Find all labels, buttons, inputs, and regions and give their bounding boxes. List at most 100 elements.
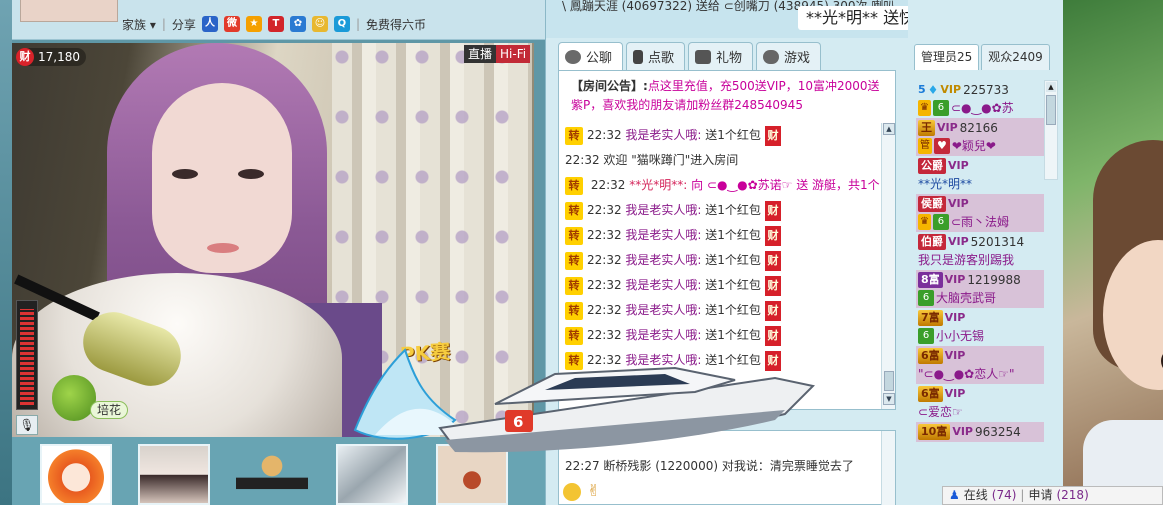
forward-badge[interactable]: 转 (565, 351, 583, 370)
paw-share-icon[interactable]: ✿ (289, 16, 306, 32)
guard-badge-icon: 6 (918, 328, 934, 344)
anchor-thumbnail[interactable] (40, 444, 112, 505)
list-item[interactable]: 侯爵 VIP ♛ 6 ⊂雨丶法姆 (916, 194, 1044, 232)
divider: | (161, 17, 166, 31)
forward-badge[interactable]: 转 (565, 276, 583, 295)
renren-share-icon[interactable]: 人 (201, 16, 218, 32)
online-tab[interactable]: 在线 (964, 487, 988, 504)
list-item[interactable]: 6富 VIP "⊂●‿●✿恋人☞" (916, 346, 1044, 384)
chat-username[interactable]: 我是老实人哦: (625, 223, 701, 248)
chat-username[interactable]: 我是老实人哦: (625, 248, 701, 273)
chat-message: 转 22:32 我是老实人哦: 送1个红包财 (559, 273, 881, 298)
gift-icon (695, 49, 712, 64)
forward-badge[interactable]: 转 (565, 326, 583, 345)
volume-level-bars (20, 309, 34, 405)
user-list: 5 ♦ VIP 225733 ♛ 6 ⊂●‿●✿苏 王 VIP 82166 管 ♥ ❤颖兒❤ 公爵… (916, 80, 1044, 500)
list-item[interactable]: 公爵 VIP **光*明** (916, 156, 1044, 194)
scroll-up-icon[interactable]: ▲ (883, 123, 895, 135)
list-item[interactable]: 伯爵 VIP 5201314 我只是游客别踢我 (916, 232, 1044, 270)
video-streamer-eye (172, 169, 198, 179)
list-item[interactable]: 王 VIP 82166 管 ♥ ❤颖兒❤ (916, 118, 1044, 156)
private-chat-box[interactable]: 22:27 断桥残影 (1220000) 对我说：清完票睡觉去了 ✌ (558, 430, 896, 505)
list-item[interactable]: 8富 VIP 1219988 6 大脑壳武哥 (916, 270, 1044, 308)
microphone-icon (633, 49, 644, 64)
microphone-icon[interactable]: 🎙 (16, 415, 38, 435)
list-item[interactable]: 5 ♦ VIP 225733 ♛ 6 ⊂●‿●✿苏 (916, 80, 1044, 118)
anchor-avatar[interactable] (20, 0, 118, 22)
family-dropdown[interactable]: 家族 ▾ (122, 16, 156, 33)
weibo-share-icon[interactable]: 微 (223, 16, 240, 32)
scroll-thumb[interactable] (1046, 95, 1056, 125)
chat-username[interactable]: 我是老实人哦: (625, 198, 701, 223)
chat-message: 转 22:32 我是老实人哦: 送1个红包财 (559, 323, 881, 348)
chat-scrollbar[interactable]: ▲ ▼ (881, 123, 895, 409)
list-item[interactable]: 6富 VIP ⊂爱恋☞ (916, 384, 1044, 422)
tab-public-chat[interactable]: 公聊 (558, 42, 624, 70)
list-item[interactable]: 7富 VIP 6 小小无锡 (916, 308, 1044, 346)
chat-message: 转 22:32 我是老实人哦: 送1个红包财 (559, 123, 881, 148)
plant-gift-widget[interactable]: 培花 (52, 375, 152, 431)
anchor-action-links: 家族 ▾ | 分享 人 微 ★ T ✿ ☺ Q | 免费得六币 (122, 15, 426, 33)
public-chat-box[interactable]: 【房间公告】:点这里充值，充500送VIP，10富冲2000送紫P，喜欢我的朋友… (558, 70, 896, 410)
chat-bubble-icon (565, 49, 581, 64)
scroll-thumb[interactable] (884, 371, 894, 391)
private-chat-scrollbar[interactable] (881, 431, 895, 505)
chat-message: 转 22:32 我是老实人哦: 送1个红包财 (559, 248, 881, 273)
chat-message: 22:32 欢迎 "猫咪蹲门"进入房间 (565, 153, 739, 167)
video-streamer-lips (207, 243, 239, 253)
anchor-thumbnail[interactable] (138, 444, 210, 505)
tencent-share-icon[interactable]: T (267, 16, 284, 32)
apply-tab[interactable]: 申请 (1028, 487, 1052, 504)
live-video[interactable]: 财 17,180 直播 Hi-Fi 🎙 培花 PK赛 (12, 43, 534, 437)
chat-username[interactable]: 我是老实人哦: (625, 298, 701, 323)
user-list-scrollbar[interactable]: ▲ (1044, 80, 1058, 180)
forward-badge[interactable]: 转 (565, 177, 583, 195)
red-packet-icon[interactable]: 财 (764, 225, 781, 246)
tab-admins[interactable]: 管理员25 (914, 44, 980, 70)
gamepad-icon (763, 49, 780, 64)
qzone-share-icon[interactable]: Q (333, 16, 350, 32)
plant-gift-label: 培花 (90, 401, 129, 419)
chat-messages: 转 22:32 我是老实人哦: 送1个红包财 22:32 欢迎 "猫咪蹲门"进入… (559, 123, 881, 373)
forward-badge[interactable]: 转 (565, 226, 583, 245)
background-right-wallpaper (1063, 0, 1163, 505)
forward-badge[interactable]: 转 (565, 126, 583, 145)
chat-message: 转 22:32 我是老实人哦: 送1个红包财 (559, 223, 881, 248)
tab-gifts[interactable]: 礼物 (688, 42, 754, 70)
anchor-info-bar: 家族 ▾ | 分享 人 微 ★ T ✿ ☺ Q | 免费得六币 (12, 0, 545, 40)
scroll-down-icon[interactable]: ▼ (883, 393, 895, 405)
divider: | (1020, 488, 1025, 502)
red-packet-icon[interactable]: 财 (764, 325, 781, 346)
anchor-thumbnail[interactable] (336, 444, 408, 505)
room-notice[interactable]: 【房间公告】:点这里充值，充500送VIP，10富冲2000送紫P，喜欢我的朋友… (559, 71, 895, 119)
hifi-label[interactable]: Hi-Fi (496, 45, 531, 63)
forward-badge[interactable]: 转 (565, 301, 583, 320)
tab-song-request[interactable]: 点歌 (626, 42, 686, 70)
chat-username[interactable]: 我是老实人哦: (625, 273, 701, 298)
red-packet-icon[interactable]: 财 (764, 200, 781, 221)
diamond-level-icon: 5 (918, 83, 926, 96)
live-status-tag: 直播 Hi-Fi (464, 45, 531, 63)
forward-badge[interactable]: 转 (565, 251, 583, 270)
kaixin-share-icon[interactable]: ☺ (311, 16, 328, 32)
online-status-bar: ♟ 在线 (74) | 申请 (218) (942, 486, 1163, 505)
red-packet-icon[interactable]: 财 (764, 275, 781, 296)
chat-username[interactable]: **光*明**: (629, 178, 687, 192)
free-coins-link[interactable]: 免费得六币 (366, 16, 426, 33)
red-packet-icon[interactable]: 财 (764, 300, 781, 321)
red-packet-icon[interactable]: 财 (764, 250, 781, 271)
tab-games[interactable]: 游戏 (756, 42, 822, 70)
chat-username[interactable]: 我是老实人哦: (625, 348, 701, 373)
list-item[interactable]: 10富 VIP 963254 (916, 422, 1044, 442)
red-packet-icon[interactable]: 财 (764, 125, 781, 146)
apply-count: (218) (1056, 488, 1089, 502)
star-share-icon[interactable]: ★ (245, 16, 262, 32)
scroll-up-icon[interactable]: ▲ (1046, 82, 1056, 92)
tab-audience[interactable]: 观众2409 (981, 44, 1050, 70)
red-packet-icon[interactable]: 财 (764, 350, 781, 371)
chat-username[interactable]: 我是老实人哦: (625, 323, 701, 348)
anchor-thumbnail[interactable] (236, 444, 308, 505)
forward-badge[interactable]: 转 (565, 201, 583, 220)
chat-username[interactable]: 我是老实人哦: (625, 123, 701, 148)
anchor-thumbnail[interactable] (436, 444, 508, 505)
